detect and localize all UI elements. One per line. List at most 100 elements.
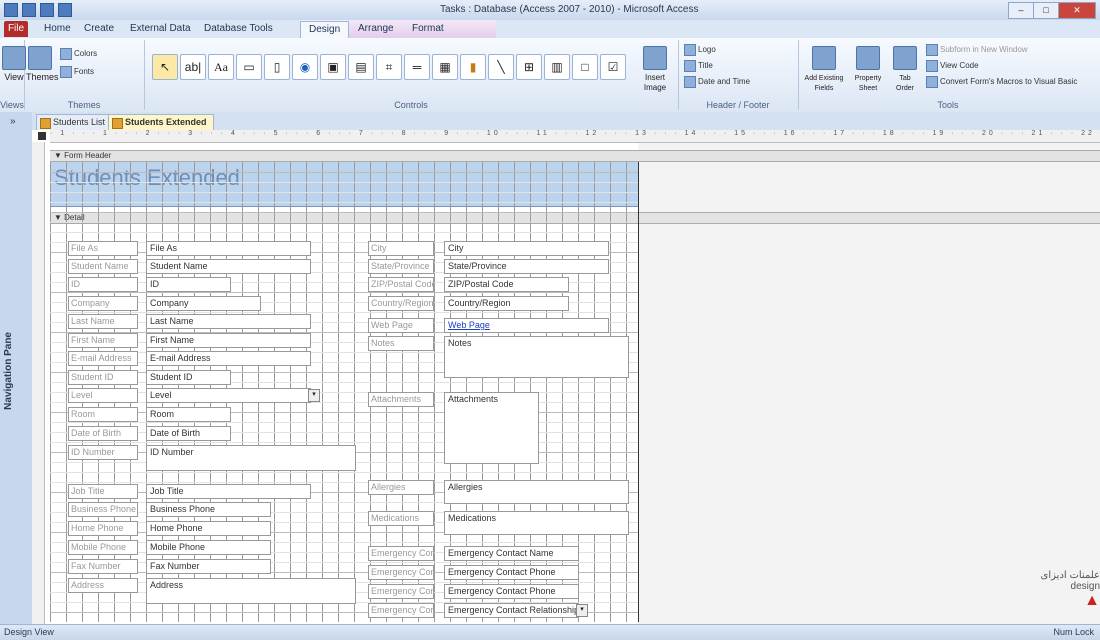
logo-button[interactable]: Logo	[684, 44, 716, 56]
text-field[interactable]: ZIP/Postal Code	[444, 277, 569, 292]
field-label[interactable]: Business Phone	[68, 502, 138, 517]
text-field[interactable]: Home Phone	[146, 521, 271, 536]
text-field[interactable]: First Name	[146, 333, 311, 348]
convert-macros-button[interactable]: Convert Form's Macros to Visual Basic	[926, 76, 1077, 88]
navigation-control[interactable]: ▤	[348, 54, 374, 80]
text-field[interactable]: Student Name	[146, 259, 311, 274]
horizontal-ruler[interactable]: · 1 · · · 1 · · · 2 · · · 3 · · · 4 · · …	[50, 130, 1100, 143]
field-label[interactable]: ZIP/Postal Code	[368, 277, 434, 292]
check-box-control[interactable]: ☑	[600, 54, 626, 80]
tab-home[interactable]: Home	[36, 21, 79, 37]
text-field[interactable]: Attachments	[444, 392, 539, 464]
field-label[interactable]: Emergency Contact Phone	[368, 584, 434, 599]
text-field[interactable]: Company	[146, 296, 261, 311]
text-field[interactable]: Room	[146, 407, 231, 422]
text-field[interactable]: City	[444, 241, 609, 256]
maximize-button[interactable]: □	[1033, 2, 1059, 19]
field-label[interactable]: Fax Number	[68, 559, 138, 574]
navigation-pane[interactable]: » Navigation Pane	[0, 112, 33, 624]
text-field[interactable]: E-mail Address	[146, 351, 311, 366]
save-icon[interactable]	[22, 3, 36, 17]
form-header-section-bar[interactable]: ▼ Form Header	[50, 150, 1100, 162]
text-field[interactable]: Emergency Contact Relationship	[444, 603, 579, 618]
text-field[interactable]: Notes	[444, 336, 629, 378]
text-field[interactable]: State/Province	[444, 259, 609, 274]
view-code-button[interactable]: View Code	[926, 60, 979, 72]
date-time-button[interactable]: Date and Time	[684, 76, 750, 88]
text-field[interactable]: Job Title	[146, 484, 311, 499]
field-label[interactable]: Home Phone	[68, 521, 138, 536]
text-field[interactable]: Level	[146, 388, 311, 403]
field-label[interactable]: Allergies	[368, 480, 434, 495]
field-label[interactable]: Address	[68, 578, 138, 593]
field-label[interactable]: Job Title	[68, 484, 138, 499]
field-label[interactable]: Web Page	[368, 318, 434, 333]
text-field[interactable]: Fax Number	[146, 559, 271, 574]
fonts-button[interactable]: Fonts	[60, 66, 94, 78]
field-label[interactable]: Medications	[368, 511, 434, 526]
text-field[interactable]: Student ID	[146, 370, 231, 385]
field-label[interactable]: City	[368, 241, 434, 256]
text-field[interactable]: Web Page	[444, 318, 609, 333]
web-browser-control[interactable]: ▣	[320, 54, 346, 80]
text-field[interactable]: Emergency Contact Name	[444, 546, 579, 561]
text-field[interactable]: ID	[146, 277, 231, 292]
tab-format[interactable]: Format	[404, 21, 452, 37]
field-label[interactable]: First Name	[68, 333, 138, 348]
text-field[interactable]: File As	[146, 241, 311, 256]
text-field[interactable]: ID Number	[146, 445, 356, 471]
tab-design[interactable]: Design	[300, 21, 350, 38]
field-label[interactable]: Student Name	[68, 259, 138, 274]
insert-image-button[interactable]: Insert Image	[638, 44, 672, 92]
close-button[interactable]: ✕	[1058, 2, 1096, 19]
add-existing-fields-button[interactable]: Add Existing Fields	[802, 44, 846, 92]
field-label[interactable]: Mobile Phone	[68, 540, 138, 555]
option-group-control[interactable]: ⌗	[376, 54, 402, 80]
title-button[interactable]: Title	[684, 60, 713, 72]
line-control[interactable]: ╲	[488, 54, 514, 80]
list-box-control[interactable]: ▥	[544, 54, 570, 80]
field-label[interactable]: Country/Region	[368, 296, 434, 311]
vertical-ruler[interactable]	[32, 142, 45, 624]
text-field[interactable]: Date of Birth	[146, 426, 231, 441]
combo-box-control[interactable]: ▦	[432, 54, 458, 80]
textbox-control[interactable]: ab|	[180, 54, 206, 80]
field-label[interactable]: Emergency Contact Relationship	[368, 603, 434, 618]
field-label[interactable]: Student ID	[68, 370, 138, 385]
text-field[interactable]: Last Name	[146, 314, 311, 329]
property-sheet-button[interactable]: Property Sheet	[850, 44, 886, 92]
rectangle-control[interactable]: □	[572, 54, 598, 80]
text-field[interactable]: Emergency Contact Phone	[444, 584, 579, 599]
minimize-button[interactable]: –	[1008, 2, 1034, 19]
field-label[interactable]: Company	[68, 296, 138, 311]
field-label[interactable]: Room	[68, 407, 138, 422]
access-app-icon[interactable]	[4, 3, 18, 17]
tab-arrange[interactable]: Arrange	[350, 21, 402, 37]
field-label[interactable]: ID	[68, 277, 138, 292]
expand-chevron-icon[interactable]: »	[10, 116, 16, 127]
field-label[interactable]: Date of Birth	[68, 426, 138, 441]
tab-database-tools[interactable]: Database Tools	[196, 21, 281, 37]
tab-control[interactable]: ▯	[264, 54, 290, 80]
hyperlink-control[interactable]: ◉	[292, 54, 318, 80]
text-field[interactable]: Business Phone	[146, 502, 271, 517]
chart-control[interactable]: ▮	[460, 54, 486, 80]
field-label[interactable]: File As	[68, 241, 138, 256]
tab-order-button[interactable]: Tab Order	[890, 44, 920, 92]
field-label[interactable]: E-mail Address	[68, 351, 138, 366]
tab-file[interactable]: File	[4, 21, 28, 37]
field-label[interactable]: State/Province	[368, 259, 434, 274]
select-control[interactable]: ↖	[152, 54, 178, 80]
field-label[interactable]: Notes	[368, 336, 434, 351]
toggle-button-control[interactable]: ⊞	[516, 54, 542, 80]
text-field[interactable]: Medications	[444, 511, 629, 535]
field-label[interactable]: ID Number	[68, 445, 138, 460]
button-control[interactable]: ▭	[236, 54, 262, 80]
field-label[interactable]: Emergency Contact Name	[368, 546, 434, 561]
doc-tab-students-list[interactable]: Students List	[36, 114, 113, 130]
field-label[interactable]: Last Name	[68, 314, 138, 329]
text-field[interactable]: Allergies	[444, 480, 629, 504]
tab-create[interactable]: Create	[76, 21, 122, 37]
doc-tab-students-extended[interactable]: Students Extended	[108, 114, 214, 130]
text-field[interactable]: Country/Region	[444, 296, 569, 311]
